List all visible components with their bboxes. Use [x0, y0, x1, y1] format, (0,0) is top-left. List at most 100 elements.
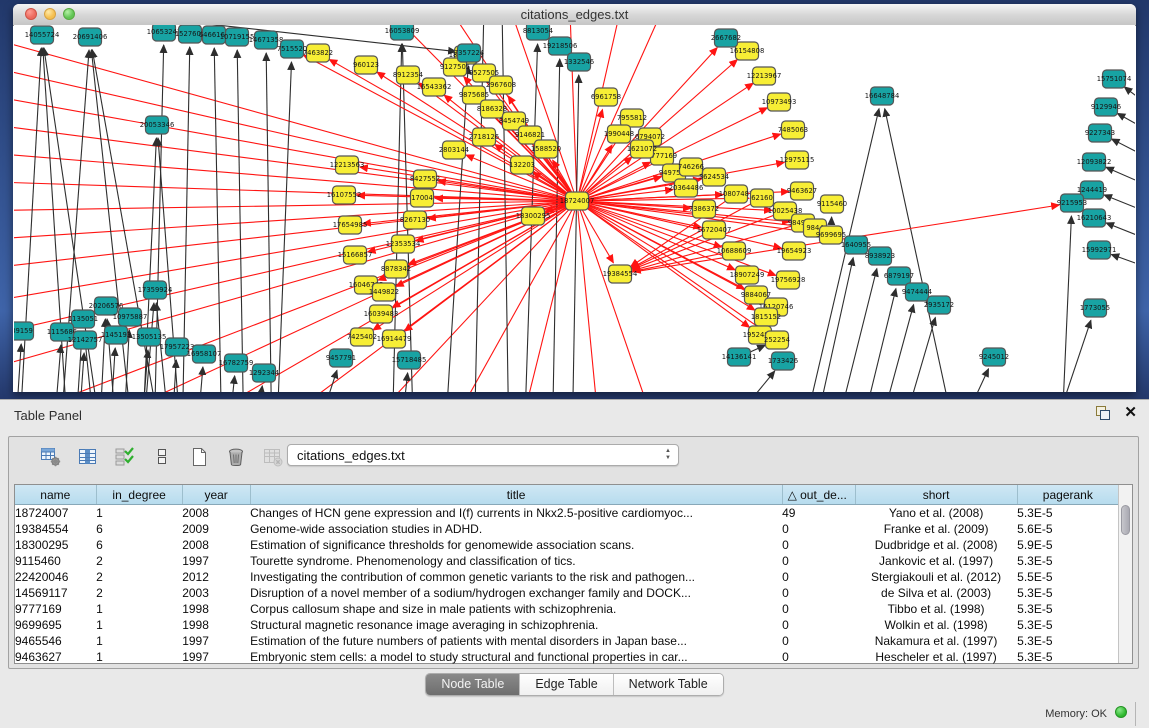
graph-node[interactable]: 1773055 [1080, 299, 1110, 317]
graph-node[interactable]: 16107552 [327, 186, 362, 204]
table-row[interactable]: 1872400712008Changes of HCN gene express… [15, 505, 1119, 522]
citation-edge-black[interactable] [198, 367, 203, 392]
graph-node[interactable]: 7463822 [303, 44, 333, 62]
graph-node[interactable]: 7425402 [347, 328, 377, 346]
citation-edge-black[interactable] [402, 373, 408, 392]
table-row[interactable]: 946554611997Estimation of the future num… [15, 633, 1119, 649]
tab-edge-table[interactable]: Edge Table [520, 674, 613, 695]
graph-node[interactable]: 1332546 [564, 53, 594, 71]
graph-node[interactable]: 7485063 [778, 121, 808, 139]
table-row[interactable]: 946362711997Embryonic stem cells: a mode… [15, 649, 1119, 665]
graph-node[interactable]: 8813054 [523, 25, 553, 40]
table-row[interactable]: 2242004622012Investigating the contribut… [15, 569, 1119, 585]
column-header-name[interactable]: name [15, 485, 96, 505]
graph-node[interactable]: 7386372 [689, 200, 719, 218]
graph-node[interactable]: 2803144 [439, 141, 469, 159]
graph-node[interactable]: 12213563 [330, 156, 365, 174]
graph-node[interactable]: 16648784 [865, 87, 900, 105]
rows-icon[interactable] [150, 445, 174, 469]
graph-node[interactable]: 39159 [14, 322, 34, 340]
citation-edge-black[interactable] [16, 344, 21, 392]
column-header-short[interactable]: short [855, 485, 1017, 505]
tab-network-table[interactable]: Network Table [614, 674, 723, 695]
graph-node[interactable]: 7357224 [454, 44, 484, 62]
citation-edge-black[interactable] [859, 289, 896, 392]
column-header-year[interactable]: year [182, 485, 250, 505]
table-row[interactable]: 977716911998Corpus callosum shape and si… [15, 601, 1119, 617]
citation-edge-black[interactable] [954, 369, 989, 392]
graph-node[interactable]: 20053346 [140, 116, 175, 134]
graph-node[interactable]: 15718485 [392, 351, 427, 369]
citation-network-graph[interactable]: 1872400774638229601238912354165433621822… [14, 25, 1135, 392]
graph-node[interactable]: 252254 [764, 331, 790, 349]
graph-node[interactable]: 16053809 [385, 25, 420, 40]
citation-edge-black[interactable] [1049, 320, 1091, 392]
graph-node[interactable]: 1990448 [604, 125, 634, 143]
window-titlebar[interactable]: citations_edges.txt [13, 4, 1136, 26]
citation-edge-red[interactable] [580, 210, 654, 392]
table-selector-dropdown[interactable]: citations_edges.txt ▲▼ [287, 444, 679, 466]
graph-node[interactable]: 62160 [751, 189, 774, 207]
table-scrollbar[interactable] [1118, 485, 1132, 663]
graph-node[interactable]: 9245012 [979, 348, 1009, 366]
table-row[interactable]: 1456911722003Disruption of a novel membe… [15, 585, 1119, 601]
graph-node[interactable]: 6961758 [591, 88, 621, 106]
graph-node[interactable]: 2718126 [469, 128, 499, 146]
graph-node[interactable]: 12213967 [747, 67, 782, 85]
close-panel-icon[interactable]: ✕ [1124, 406, 1137, 420]
citation-edge-black[interactable] [237, 50, 244, 392]
column-header-in_degree[interactable]: in_degree [96, 485, 182, 505]
graph-node[interactable]: 17004 [411, 189, 434, 207]
network-view-window[interactable]: citations_edges.txt 18724007746382296012… [13, 4, 1136, 392]
table-row[interactable]: 911546021997Tourette syndrome. Phenomeno… [15, 553, 1119, 569]
graph-node[interactable]: 8912354 [393, 66, 423, 84]
citation-edge-red[interactable] [14, 204, 567, 376]
graph-node[interactable]: 960123 [353, 56, 379, 74]
graph-node[interactable]: 1449822 [369, 283, 399, 301]
citation-edge-black[interactable] [54, 345, 61, 392]
graph-node[interactable]: 2935172 [924, 296, 954, 314]
graph-node[interactable]: 2967608 [486, 76, 516, 94]
graph-node[interactable]: 9115460 [817, 195, 847, 213]
graph-node[interactable]: 15992971 [1082, 241, 1117, 259]
citation-edge-black[interactable] [1124, 87, 1135, 125]
citation-edge-red[interactable] [14, 202, 567, 241]
select-all-icon[interactable] [113, 445, 137, 469]
graph-node[interactable]: 3624534 [699, 168, 729, 186]
graph-node[interactable]: 10807487 [719, 185, 754, 203]
citation-edge-black[interactable] [572, 75, 579, 392]
citation-edge-black[interactable] [1062, 216, 1071, 392]
citation-edge-black[interactable] [142, 138, 156, 392]
table-row[interactable]: 969969511998Structural magnetic resonanc… [15, 617, 1119, 633]
citation-edge-black[interactable] [1111, 254, 1135, 277]
float-panel-icon[interactable] [1096, 406, 1110, 420]
graph-node[interactable]: 8878342 [381, 260, 411, 278]
graph-node[interactable]: 9227343 [1085, 124, 1115, 142]
graph-node[interactable]: 17359924 [138, 281, 173, 299]
graph-node[interactable]: 9457791 [326, 349, 356, 367]
graph-node[interactable]: 10688609 [717, 242, 752, 260]
graph-node[interactable]: 7515520 [277, 40, 307, 58]
graph-node[interactable]: 1815152 [751, 308, 781, 326]
graph-node[interactable]: 1621072 [627, 140, 657, 158]
graph-node[interactable]: 8267130 [400, 211, 430, 229]
tab-node-table[interactable]: Node Table [426, 674, 520, 695]
graph-node[interactable]: 19756928 [771, 271, 806, 289]
network-canvas[interactable]: 1872400774638229601238912354165433621822… [14, 25, 1135, 392]
graph-node[interactable]: 14136141 [722, 348, 757, 366]
citation-edge-black[interactable] [714, 371, 775, 392]
citation-edge-black[interactable] [1117, 113, 1135, 145]
column-header-title[interactable]: title [250, 485, 782, 505]
citation-edge-black[interactable] [229, 376, 235, 392]
citation-edge-red[interactable] [404, 207, 569, 331]
table-scrollbar-thumb[interactable] [1121, 505, 1130, 535]
graph-node[interactable]: 9215953 [1057, 194, 1087, 212]
graph-node[interactable]: 16720407 [697, 221, 732, 239]
citation-edge-red[interactable] [14, 201, 567, 211]
citation-edge-black[interactable] [834, 269, 877, 392]
citation-edge-black[interactable] [552, 59, 560, 392]
graph-node[interactable]: 132203 [509, 156, 535, 174]
graph-node[interactable]: 8427552 [410, 170, 440, 188]
graph-node[interactable]: 6879197 [884, 267, 914, 285]
citation-edge-black[interactable] [1106, 167, 1135, 197]
